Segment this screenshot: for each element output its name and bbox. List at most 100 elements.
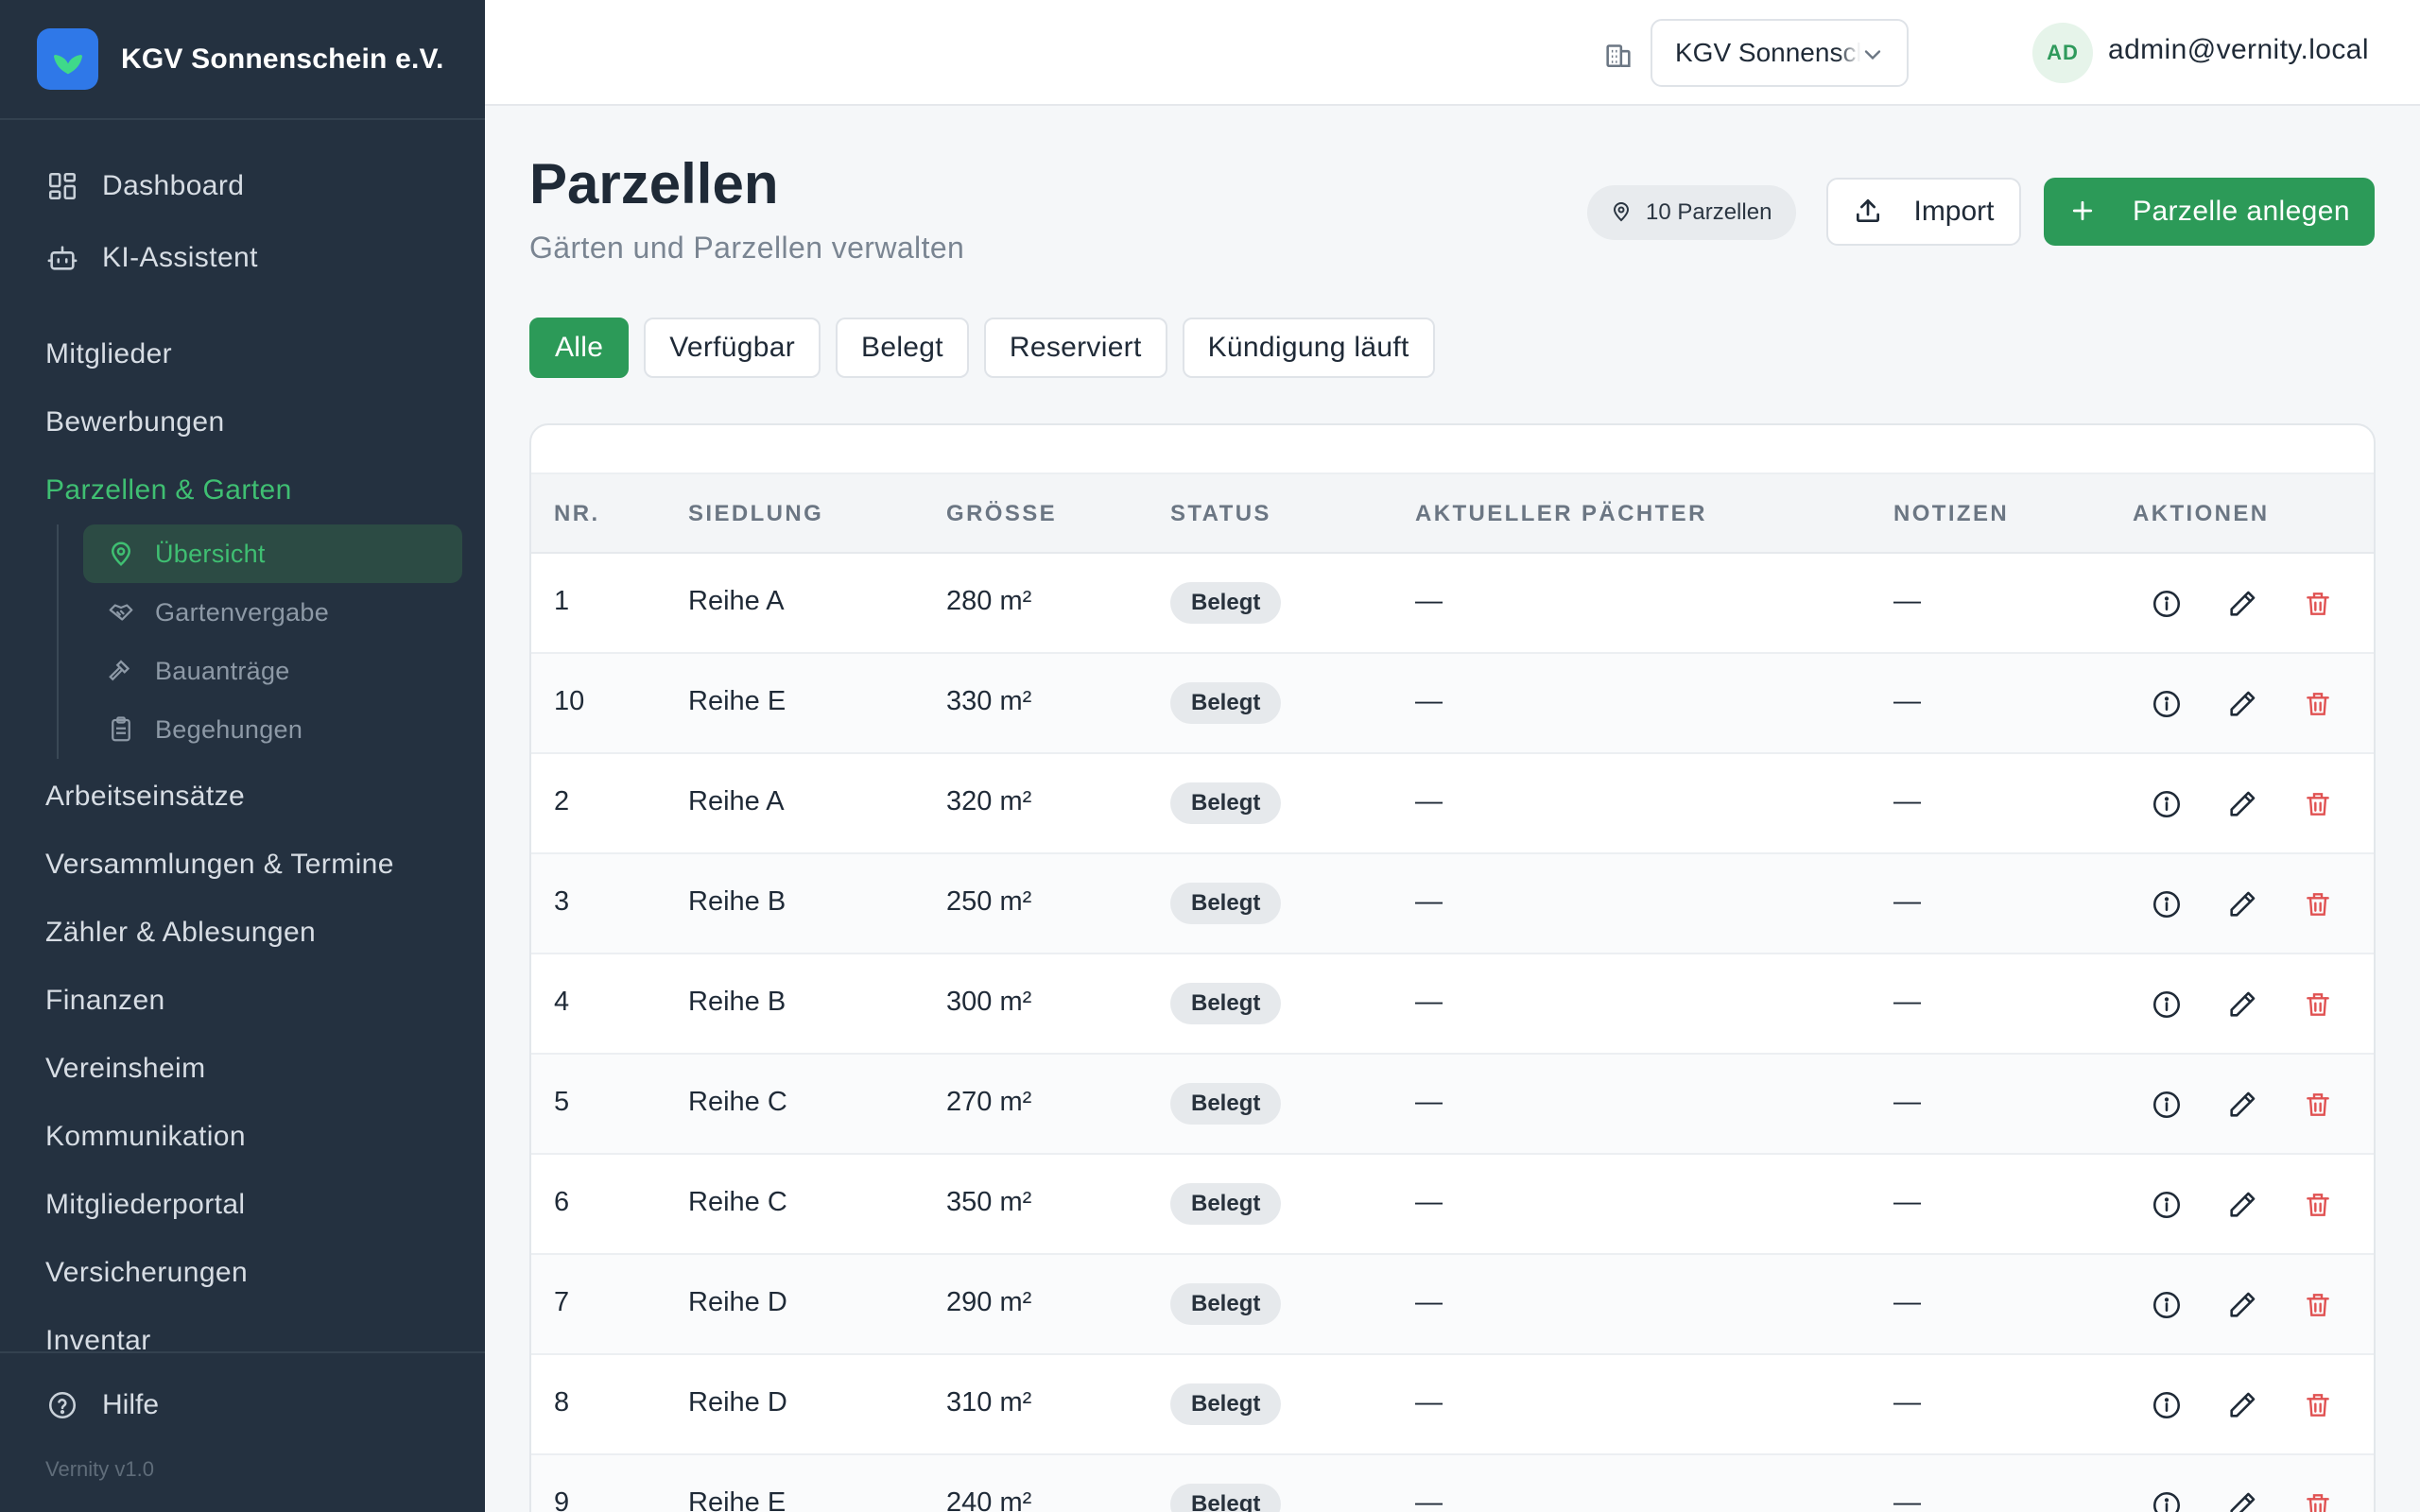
cell-groesse: 250 m² — [946, 886, 1032, 917]
trash-icon[interactable] — [2301, 687, 2335, 721]
cell-nr: 4 — [554, 987, 570, 1017]
table-row[interactable]: 4 Reihe B 300 m² Belegt — — — [531, 954, 2374, 1055]
cell-groesse: 310 m² — [946, 1387, 1032, 1418]
filter-verfuegbar[interactable]: Verfügbar — [644, 318, 821, 378]
trash-icon[interactable] — [2301, 988, 2335, 1022]
column-header-siedlung[interactable]: Siedlung — [688, 501, 823, 527]
table-body: 1 Reihe A 280 m² Belegt — — 10 Reihe E 3… — [531, 554, 2374, 1512]
table-row[interactable]: 2 Reihe A 320 m² Belegt — — — [531, 754, 2374, 854]
trash-icon[interactable] — [2301, 787, 2335, 821]
status-badge: Belegt — [1170, 983, 1282, 1024]
subnav-item-begehungen[interactable]: Begehungen — [83, 700, 462, 759]
trash-icon[interactable] — [2301, 887, 2335, 921]
nav-item-ki-assistent[interactable]: KI-Assistent — [0, 222, 485, 294]
chevron-down-icon — [1859, 42, 1886, 68]
nav-section-mitgliederportal[interactable]: Mitgliederportal — [0, 1171, 485, 1239]
filter-kuendigung-laeuft[interactable]: Kündigung läuft — [1182, 318, 1435, 378]
organization-select[interactable]: KGV Sonnenschein e.V. — [1651, 19, 1909, 87]
nav-section-mitglieder[interactable]: Mitglieder — [0, 320, 485, 388]
cell-groesse: 300 m² — [946, 987, 1032, 1017]
import-button[interactable]: Import — [1826, 178, 2021, 246]
subnav-item-uebersicht[interactable]: Übersicht — [83, 524, 462, 583]
cell-notizen: — — [1893, 686, 1921, 716]
trash-icon[interactable] — [2301, 1288, 2335, 1322]
pencil-icon[interactable] — [2225, 1388, 2259, 1422]
pencil-icon[interactable] — [2225, 988, 2259, 1022]
nav-section-finanzen[interactable]: Finanzen — [0, 967, 485, 1035]
parcel-count-badge: 10 Parzellen — [1587, 185, 1797, 240]
pencil-icon[interactable] — [2225, 1488, 2259, 1512]
help-link[interactable]: Hilfe — [0, 1372, 485, 1438]
subnav-item-gartenvergabe[interactable]: Gartenvergabe — [83, 583, 462, 642]
column-header-status[interactable]: Status — [1170, 501, 1271, 527]
cell-paechter: — — [1415, 1087, 1443, 1117]
pencil-icon[interactable] — [2225, 587, 2259, 621]
nav-item-label: KI-Assistent — [102, 242, 258, 273]
filter-belegt[interactable]: Belegt — [836, 318, 969, 378]
column-header-groesse[interactable]: Grösse — [946, 501, 1057, 527]
nav-section-parzellen[interactable]: Parzellen & Garten — [0, 456, 485, 524]
table-row[interactable]: 6 Reihe C 350 m² Belegt — — — [531, 1155, 2374, 1255]
nav-item-dashboard[interactable]: Dashboard — [0, 150, 485, 222]
nav-section-versicherungen[interactable]: Versicherungen — [0, 1239, 485, 1307]
cell-nr: 9 — [554, 1487, 570, 1512]
info-icon[interactable] — [2150, 687, 2184, 721]
cell-notizen: — — [1893, 1187, 1921, 1217]
info-icon[interactable] — [2150, 1488, 2184, 1512]
pencil-icon[interactable] — [2225, 887, 2259, 921]
table-row[interactable]: 7 Reihe D 290 m² Belegt — — — [531, 1255, 2374, 1355]
table-row[interactable]: 8 Reihe D 310 m² Belegt — — — [531, 1355, 2374, 1455]
table-row[interactable]: 3 Reihe B 250 m² Belegt — — — [531, 854, 2374, 954]
nav-section-kommunikation[interactable]: Kommunikation — [0, 1103, 485, 1171]
trash-icon[interactable] — [2301, 1388, 2335, 1422]
info-icon[interactable] — [2150, 988, 2184, 1022]
plus-icon — [2068, 197, 2099, 227]
pencil-icon[interactable] — [2225, 787, 2259, 821]
cell-siedlung: Reihe C — [688, 1087, 787, 1117]
table-row[interactable]: 9 Reihe E 240 m² Belegt — — — [531, 1455, 2374, 1512]
table-row[interactable]: 10 Reihe E 330 m² Belegt — — — [531, 654, 2374, 754]
status-badge: Belegt — [1170, 1183, 1282, 1225]
cell-groesse: 350 m² — [946, 1187, 1032, 1217]
info-icon[interactable] — [2150, 1088, 2184, 1122]
nav-section-zaehler[interactable]: Zähler & Ablesungen — [0, 899, 485, 967]
info-icon[interactable] — [2150, 1288, 2184, 1322]
column-header-paechter[interactable]: Aktueller Pächter — [1415, 501, 1707, 527]
table-row[interactable]: 5 Reihe C 270 m² Belegt — — — [531, 1055, 2374, 1155]
trash-icon[interactable] — [2301, 587, 2335, 621]
status-badge: Belegt — [1170, 883, 1282, 924]
info-icon[interactable] — [2150, 587, 2184, 621]
subnav-item-bauantraege[interactable]: Bauanträge — [83, 642, 462, 700]
nav-section-bewerbungen[interactable]: Bewerbungen — [0, 388, 485, 456]
nav-section-arbeitseinsaetze[interactable]: Arbeitseinsätze — [0, 763, 485, 831]
create-parcel-button[interactable]: Parzelle anlegen — [2044, 178, 2375, 246]
info-icon[interactable] — [2150, 887, 2184, 921]
cell-notizen: — — [1893, 886, 1921, 917]
column-header-notizen[interactable]: Notizen — [1893, 501, 2009, 527]
trash-icon[interactable] — [2301, 1188, 2335, 1222]
table-row[interactable]: 1 Reihe A 280 m² Belegt — — — [531, 554, 2374, 654]
info-icon[interactable] — [2150, 1388, 2184, 1422]
cell-siedlung: Reihe B — [688, 987, 786, 1017]
nav-section-versammlungen[interactable]: Versammlungen & Termine — [0, 831, 485, 899]
pencil-icon[interactable] — [2225, 1188, 2259, 1222]
cell-groesse: 320 m² — [946, 786, 1032, 816]
pencil-icon[interactable] — [2225, 1288, 2259, 1322]
pencil-icon[interactable] — [2225, 1088, 2259, 1122]
info-icon[interactable] — [2150, 787, 2184, 821]
status-badge: Belegt — [1170, 1383, 1282, 1425]
info-icon[interactable] — [2150, 1188, 2184, 1222]
nav-section-vereinsheim[interactable]: Vereinsheim — [0, 1035, 485, 1103]
pencil-icon[interactable] — [2225, 687, 2259, 721]
cell-notizen: — — [1893, 786, 1921, 816]
status-filter-bar: Alle Verfügbar Belegt Reserviert Kündigu… — [529, 318, 1435, 378]
column-header-nr[interactable]: Nr. — [554, 501, 600, 527]
trash-icon[interactable] — [2301, 1488, 2335, 1512]
status-badge: Belegt — [1170, 1283, 1282, 1325]
avatar[interactable]: AD — [2032, 23, 2093, 83]
user-email[interactable]: admin@vernity.local — [2108, 34, 2369, 66]
filter-reserviert[interactable]: Reserviert — [983, 318, 1167, 378]
brand[interactable]: KGV Sonnenschein e.V. — [0, 0, 485, 120]
filter-alle[interactable]: Alle — [529, 318, 630, 378]
trash-icon[interactable] — [2301, 1088, 2335, 1122]
